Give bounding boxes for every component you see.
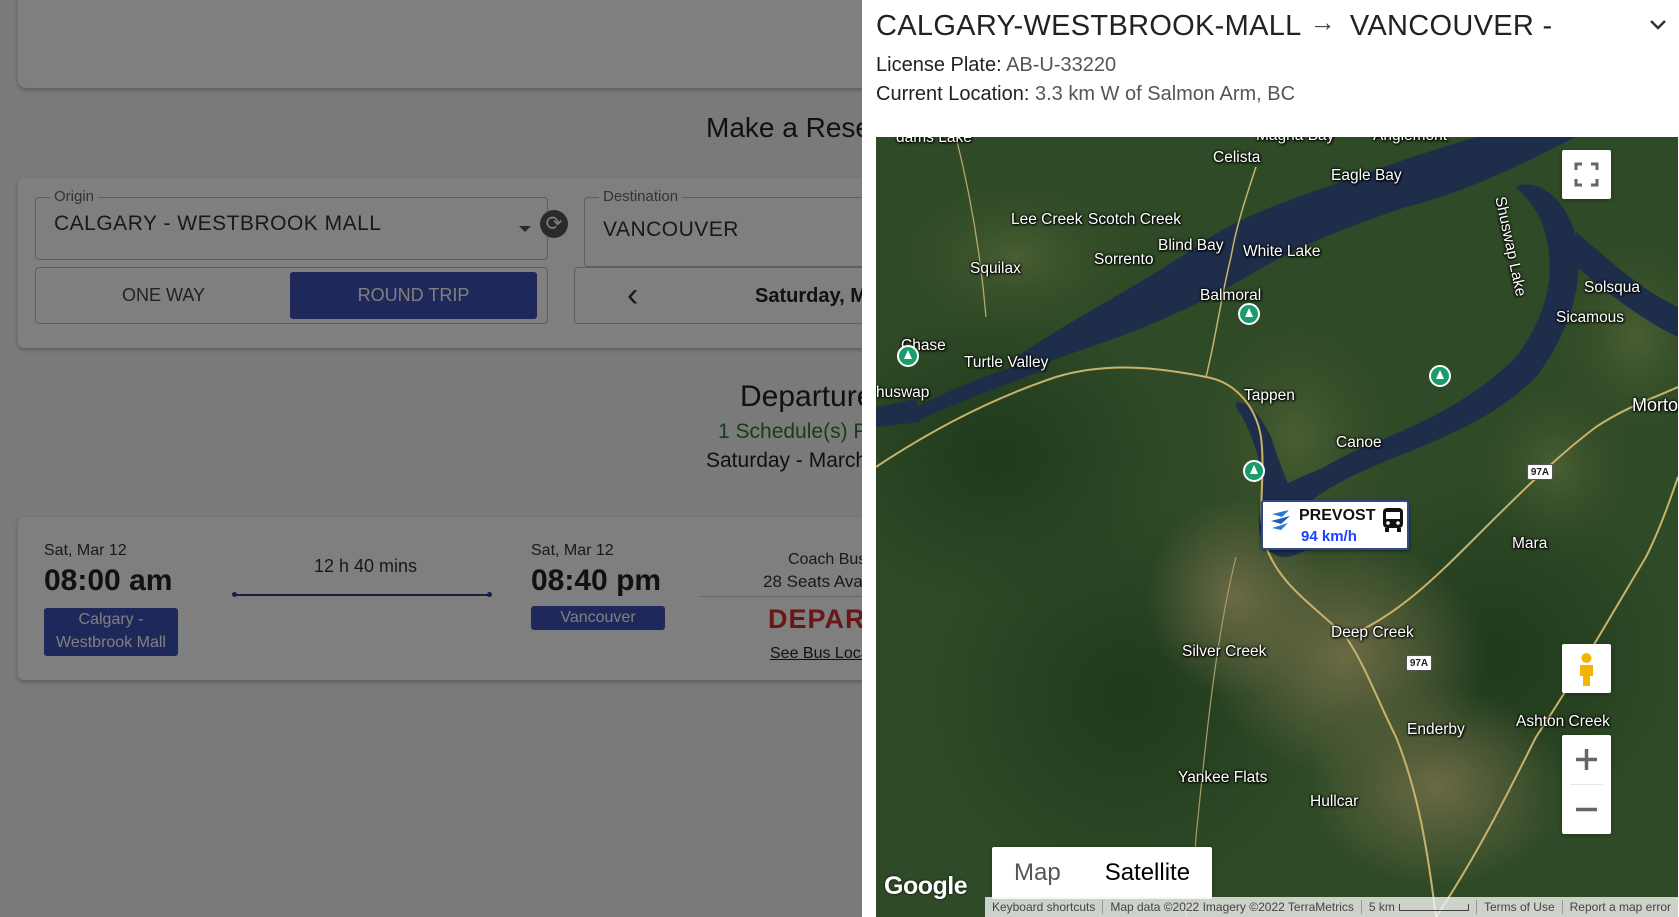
bus-location-drawer: CALGARY-WESTBROOK-MALL → VANCOUVER - Licen… — [862, 0, 1679, 917]
map-type-control: Map Satellite — [992, 847, 1213, 899]
location-label: Current Location: — [876, 83, 1030, 105]
place-label: Anglemont — [1373, 137, 1447, 145]
satellite-map[interactable]: dams Lake Magna Bay Anglemont Celista Ea… — [876, 137, 1678, 917]
route-title: CALGARY-WESTBROOK-MALL → VANCOUVER - — [876, 7, 1553, 43]
highway-shield: 97A — [1527, 464, 1553, 480]
license-plate: License Plate: AB-U-33220 — [876, 54, 1116, 77]
map-scale[interactable]: 5 km — [1362, 900, 1477, 914]
chevron-down-icon[interactable] — [1643, 10, 1673, 40]
route-to: VANCOUVER - — [1349, 10, 1553, 42]
google-logo: Google — [884, 872, 968, 900]
place-label: Squilax — [970, 260, 1021, 277]
place-label: Mortor — [1632, 395, 1678, 415]
place-label: Turtle Valley — [964, 354, 1049, 371]
place-label: Balmoral — [1200, 287, 1262, 304]
place-label: Enderby — [1407, 721, 1465, 738]
report-error-link[interactable]: Report a map error — [1563, 900, 1678, 914]
map-type-map[interactable]: Map — [992, 847, 1083, 899]
route-from: CALGARY-WESTBROOK-MALL — [876, 10, 1302, 42]
map-footer: Keyboard shortcuts Map data ©2022 Imager… — [984, 897, 1678, 917]
place-label: dams Lake — [896, 137, 972, 146]
place-label: Celista — [1213, 149, 1261, 166]
highway-shield: 97A — [1406, 655, 1432, 671]
place-label: Sorrento — [1094, 251, 1154, 268]
place-label: Ashton Creek — [1516, 713, 1610, 730]
place-label: Eagle Bay — [1331, 167, 1402, 184]
bus-location-marker[interactable]: PREVOST 94 km/h — [1261, 500, 1409, 550]
park-icon[interactable] — [897, 345, 919, 367]
place-label: Mara — [1512, 535, 1548, 552]
license-label: License Plate: — [876, 54, 1002, 76]
place-label: Deep Creek — [1331, 624, 1414, 641]
zoom-control — [1562, 735, 1611, 834]
map-type-satellite[interactable]: Satellite — [1083, 847, 1212, 899]
pegman-icon[interactable] — [1562, 644, 1611, 693]
place-label: Silver Creek — [1182, 643, 1267, 660]
place-label: Canoe — [1336, 434, 1382, 451]
scale-label: 5 km — [1368, 900, 1395, 914]
zoom-in-icon[interactable] — [1562, 735, 1611, 784]
bus-speed: 94 km/h — [1301, 528, 1357, 545]
map-attribution: Map data ©2022 Imagery ©2022 TerraMetric… — [1103, 900, 1362, 914]
place-label: Blind Bay — [1158, 237, 1224, 254]
bus-brand: PREVOST — [1299, 507, 1376, 524]
place-label: Yankee Flats — [1178, 769, 1268, 786]
place-label: Sicamous — [1556, 309, 1625, 326]
zoom-out-icon[interactable] — [1562, 785, 1611, 834]
license-value: AB-U-33220 — [1006, 54, 1117, 76]
place-label: Scotch Creek — [1088, 211, 1182, 228]
park-icon[interactable] — [1429, 365, 1451, 387]
place-label: Lee Creek — [1011, 211, 1083, 228]
fullscreen-icon[interactable] — [1562, 150, 1611, 199]
park-icon[interactable] — [1243, 460, 1265, 482]
place-label: huswap — [876, 384, 930, 401]
park-icon[interactable] — [1238, 303, 1260, 325]
place-label: Magna Bay — [1256, 137, 1334, 145]
place-label: Hullcar — [1310, 793, 1359, 810]
terms-link[interactable]: Terms of Use — [1477, 900, 1563, 914]
prevost-logo-icon — [1271, 510, 1290, 530]
place-label: Solsqua — [1584, 279, 1641, 296]
bus-icon — [1383, 508, 1403, 532]
keyboard-shortcuts-link[interactable]: Keyboard shortcuts — [985, 900, 1104, 914]
place-label: Tappen — [1244, 387, 1295, 404]
arrow-right-icon: → — [1309, 7, 1336, 37]
place-label: White Lake — [1243, 243, 1321, 260]
location-value: 3.3 km W of Salmon Arm, BC — [1034, 83, 1296, 105]
scale-bar — [1398, 904, 1469, 912]
current-location: Current Location: 3.3 km W of Salmon Arm… — [876, 83, 1295, 106]
